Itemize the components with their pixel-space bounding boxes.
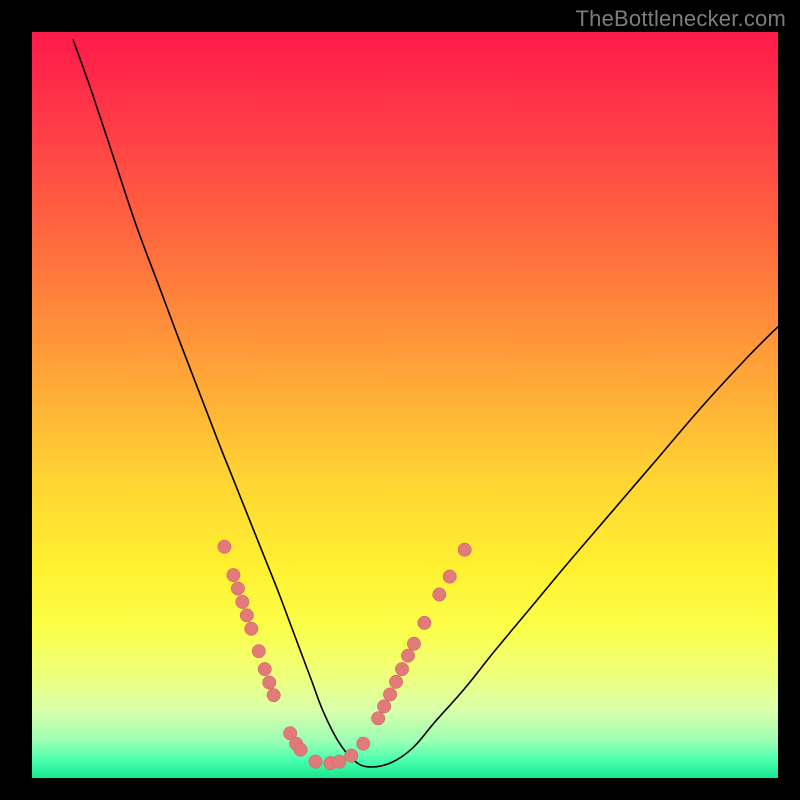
curve-marker [333, 755, 346, 768]
curve-marker [371, 712, 384, 725]
curve-marker [383, 688, 396, 701]
curve-marker [258, 662, 271, 675]
curve-marker [377, 700, 390, 713]
curve-marker [245, 622, 258, 635]
plot-svg [32, 32, 778, 778]
curve-marker [443, 570, 456, 583]
curve-marker [433, 588, 446, 601]
curve-marker [252, 644, 265, 657]
curve-marker [389, 675, 402, 688]
curve-marker [263, 676, 276, 689]
curve-marker [309, 755, 322, 768]
curve-marker [357, 737, 370, 750]
curve-marker [236, 595, 249, 608]
curve-marker [231, 582, 244, 595]
watermark-text: TheBottlenecker.com [576, 6, 786, 32]
curve-marker [401, 649, 414, 662]
curve-marker [345, 749, 358, 762]
curve-marker [407, 637, 420, 650]
curve-marker [418, 616, 431, 629]
curve-marker [294, 743, 307, 756]
curve-marker [240, 609, 253, 622]
chart-frame: TheBottlenecker.com [0, 0, 800, 800]
curve-marker [267, 688, 280, 701]
plot-area [32, 32, 778, 778]
curve-marker [227, 568, 240, 581]
curve-marker [395, 662, 408, 675]
curve-marker [458, 543, 471, 556]
curve-marker [218, 540, 231, 553]
